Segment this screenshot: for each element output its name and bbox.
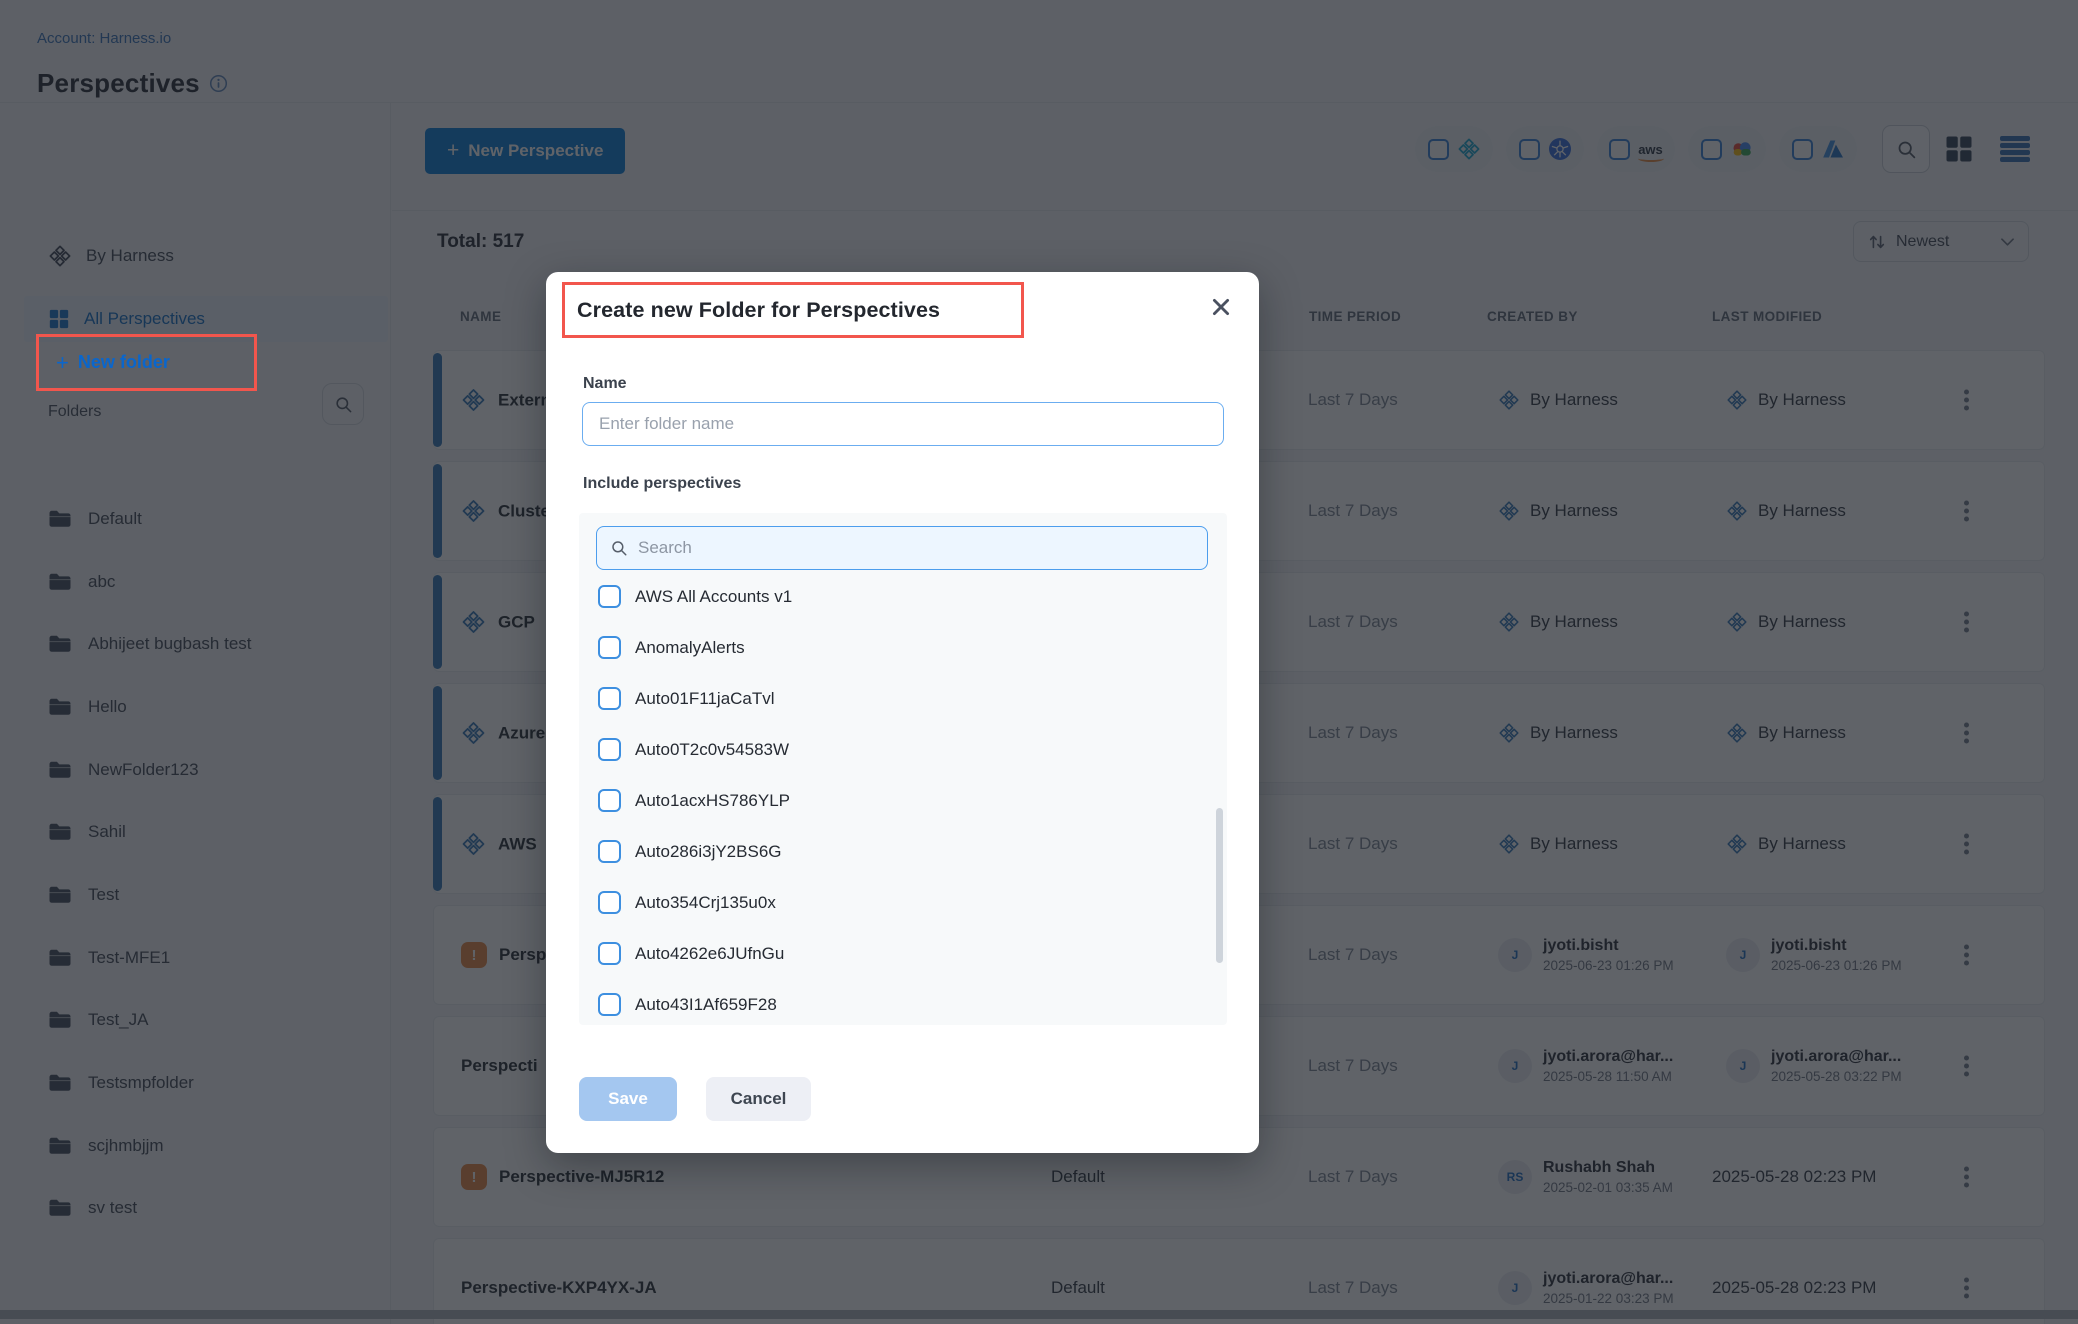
cancel-button[interactable]: Cancel	[706, 1077, 811, 1121]
checkbox[interactable]	[598, 840, 621, 863]
checkbox[interactable]	[598, 891, 621, 914]
perspective-option[interactable]: Auto354Crj135u0x	[579, 877, 1227, 928]
checkbox[interactable]	[598, 942, 621, 965]
perspective-list: AWS All Accounts v1 AnomalyAlerts Auto01…	[579, 571, 1227, 1025]
perspective-option[interactable]: AWS All Accounts v1	[579, 571, 1227, 622]
modal-title-highlight: Create new Folder for Perspectives	[562, 282, 1024, 338]
checkbox[interactable]	[598, 585, 621, 608]
perspectives-picker: AWS All Accounts v1 AnomalyAlerts Auto01…	[579, 513, 1227, 1025]
scrollbar[interactable]	[1216, 808, 1223, 963]
perspective-search-input[interactable]	[638, 538, 1194, 558]
checkbox[interactable]	[598, 687, 621, 710]
perspective-option[interactable]: AnomalyAlerts	[579, 622, 1227, 673]
checkbox[interactable]	[598, 738, 621, 761]
modal-title: Create new Folder for Perspectives	[577, 298, 940, 323]
include-perspectives-label: Include perspectives	[583, 475, 741, 493]
perspective-option[interactable]: Auto0T2c0v54583W	[579, 724, 1227, 775]
perspective-search-box	[596, 526, 1208, 570]
perspective-option[interactable]: Auto4262e6JUfnGu	[579, 928, 1227, 979]
perspective-option[interactable]: Auto1acxHS786YLP	[579, 775, 1227, 826]
perspectives-page: Account: Harness.io Perspectives By Harn…	[0, 0, 2078, 1324]
create-folder-modal: Create new Folder for Perspectives Name …	[546, 272, 1259, 1153]
perspective-option[interactable]: Auto286i3jY2BS6G	[579, 826, 1227, 877]
plus-icon: +	[56, 350, 69, 376]
checkbox[interactable]	[598, 993, 621, 1016]
name-label: Name	[583, 375, 627, 393]
close-icon[interactable]	[1210, 296, 1232, 318]
checkbox[interactable]	[598, 636, 621, 659]
checkbox[interactable]	[598, 789, 621, 812]
folder-name-input[interactable]	[582, 402, 1224, 446]
perspective-option[interactable]: Auto43I1Af659F28	[579, 979, 1227, 1025]
new-folder-button[interactable]: + New folder	[36, 334, 257, 391]
save-button[interactable]: Save	[579, 1077, 677, 1121]
perspective-option[interactable]: Auto01F11jaCaTvl	[579, 673, 1227, 724]
search-icon	[610, 539, 628, 557]
